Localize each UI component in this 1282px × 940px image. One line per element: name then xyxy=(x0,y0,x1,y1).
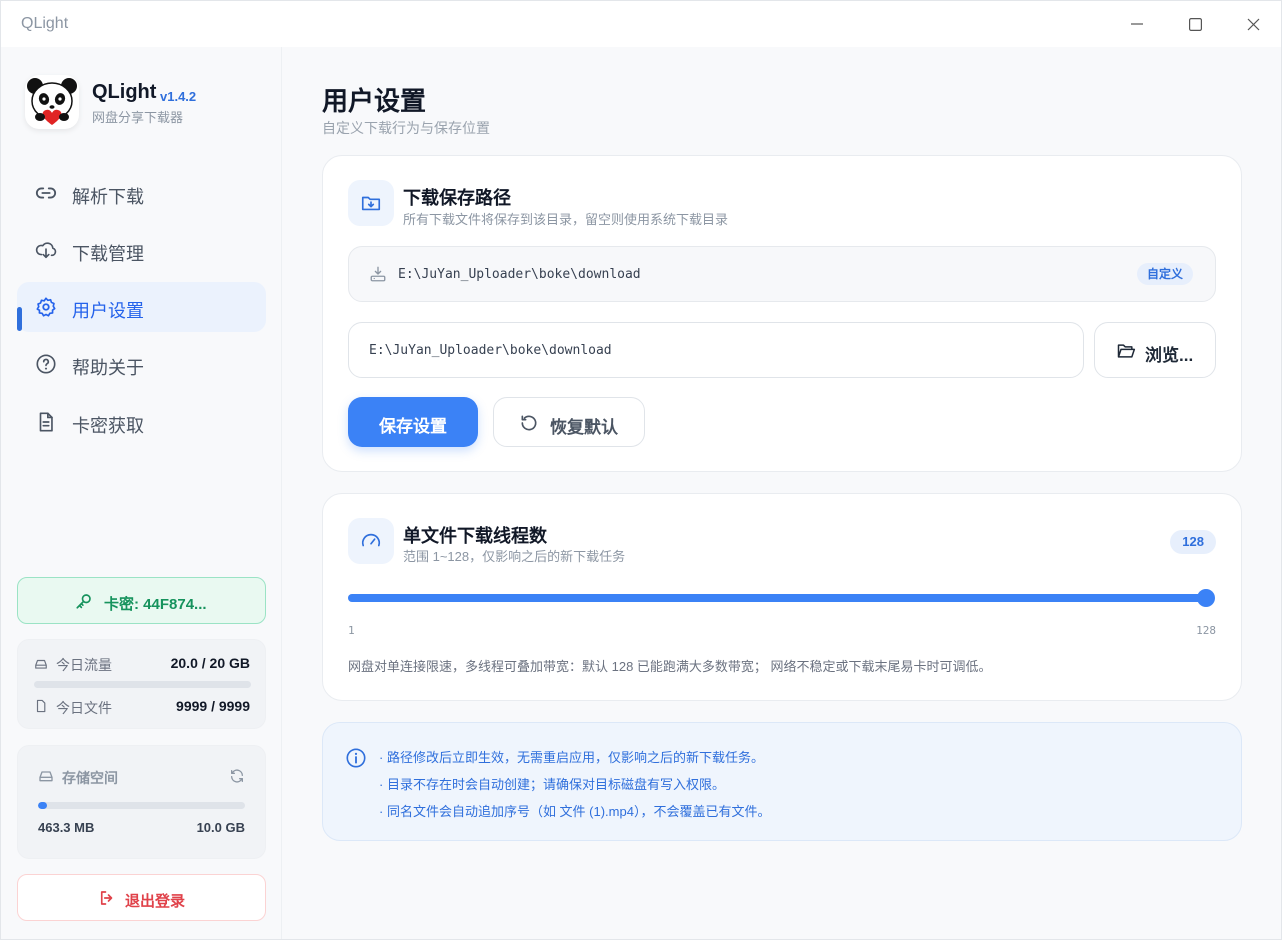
title-bar: QLight xyxy=(1,1,1281,47)
document-icon xyxy=(39,412,53,432)
nav-label: 卡密获取 xyxy=(72,416,144,436)
speedometer-icon xyxy=(361,533,381,547)
minimize-button[interactable] xyxy=(1117,9,1157,39)
logout-icon xyxy=(100,891,113,905)
nav-label: 帮助关于 xyxy=(72,358,144,378)
card-key-label: 卡密: 44F874... xyxy=(104,596,207,613)
storage-bar-fill xyxy=(38,802,48,809)
logout-button[interactable]: 退出登录 xyxy=(17,874,266,921)
nav-item-help[interactable]: 帮助关于 xyxy=(17,339,266,389)
traffic-bar-fill xyxy=(34,681,251,688)
cloud-download-icon xyxy=(35,242,57,259)
thread-slider-fill xyxy=(348,594,1206,602)
active-indicator xyxy=(17,307,22,331)
current-path-display: E:\JuYan_Uploader\boke\download 自定义 xyxy=(348,246,1216,302)
info-line: · 路径修改后立即生效，无需重启应用，仅影响之后的新下载任务。 xyxy=(379,750,764,765)
maximize-button[interactable] xyxy=(1175,9,1215,39)
path-input[interactable] xyxy=(348,322,1084,378)
sidebar: QLight v1.4.2 网盘分享下载器 解析下载 下载管理 用户设置 帮助关… xyxy=(1,47,282,939)
nav-item-settings[interactable]: 用户设置 xyxy=(17,282,266,332)
brand-name: QLight xyxy=(92,81,157,103)
custom-badge: 自定义 xyxy=(1136,263,1193,285)
undo-icon xyxy=(521,415,537,431)
traffic-value: 20.0 / 20 GB xyxy=(170,655,250,671)
nav-label: 用户设置 xyxy=(72,301,144,321)
key-icon xyxy=(76,594,91,609)
nav-item-downloads[interactable]: 下载管理 xyxy=(17,225,266,275)
help-circle-icon xyxy=(36,354,56,374)
folder-download-icon xyxy=(361,196,381,211)
traffic-label: 今日流量 xyxy=(56,657,112,673)
nav-label: 下载管理 xyxy=(72,244,144,264)
speedometer-icon-wrap xyxy=(348,518,394,564)
thread-panel-subtitle: 范围 1~128，仅影响之后的新下载任务 xyxy=(403,549,626,564)
thread-slider-thumb[interactable] xyxy=(1197,589,1215,607)
reset-default-button[interactable]: 恢复默认 xyxy=(493,397,645,447)
minimize-icon xyxy=(1131,23,1143,25)
storage-panel: 存储空间 463.3 MB 10.0 GB xyxy=(17,745,266,859)
page-title: 用户设置 xyxy=(322,86,427,116)
save-settings-button[interactable]: 保存设置 xyxy=(348,397,478,447)
app-window: QLight QLight v1.4.2 网盘分享下载器 解析下载 下载管理 用… xyxy=(0,0,1282,940)
file-icon xyxy=(36,699,46,713)
save-label: 保存设置 xyxy=(379,417,447,436)
files-label: 今日文件 xyxy=(56,700,112,716)
window-title: QLight xyxy=(21,15,69,32)
info-line: · 目录不存在时会自动创建；请确保对目标磁盘有写入权限。 xyxy=(379,777,725,792)
folder-download-icon-wrap xyxy=(348,180,394,226)
card-key-button[interactable]: 卡密: 44F874... xyxy=(17,577,266,624)
nav-item-parse[interactable]: 解析下载 xyxy=(17,168,266,218)
storage-total: 10.0 GB xyxy=(196,820,245,835)
traffic-bar xyxy=(34,681,251,688)
brand-version: v1.4.2 xyxy=(160,89,197,104)
storage-bar xyxy=(38,802,245,809)
nav-item-cardkey[interactable]: 卡密获取 xyxy=(17,397,266,447)
thread-panel-title: 单文件下载线程数 xyxy=(403,526,547,546)
thread-slider[interactable] xyxy=(348,589,1215,607)
current-path-text: E:\JuYan_Uploader\boke\download xyxy=(398,267,641,282)
reset-label: 恢复默认 xyxy=(550,418,618,437)
maximize-icon xyxy=(1188,17,1202,31)
folder-open-icon xyxy=(1117,344,1136,358)
browse-label: 浏览... xyxy=(1145,346,1194,365)
info-line: · 同名文件会自动追加序号（如 文件 (1).mp4），不会覆盖已有文件。 xyxy=(379,804,771,819)
daily-quota: 今日流量 20.0 / 20 GB 今日文件 9999 / 9999 xyxy=(17,639,266,729)
panda-logo-icon xyxy=(27,78,77,125)
drive-icon xyxy=(35,659,47,669)
panda-logo xyxy=(25,75,79,129)
refresh-icon[interactable] xyxy=(229,768,245,784)
browse-button[interactable]: 浏览... xyxy=(1094,322,1216,378)
main-content: 用户设置 自定义下载行为与保存位置 下载保存路径 所有下载文件将保存到该目录，留… xyxy=(283,47,1281,939)
download-drive-icon xyxy=(370,266,386,282)
slider-min-label: 1 xyxy=(348,624,355,637)
path-panel-title: 下载保存路径 xyxy=(403,188,511,208)
thread-note: 网盘对单连接限速，多线程可叠加带宽：默认 128 已能跑满大多数带宽； 网络不稳… xyxy=(348,659,992,674)
files-value: 9999 / 9999 xyxy=(176,698,250,714)
thread-count-panel: 单文件下载线程数 范围 1~128，仅影响之后的新下载任务 128 1 128 … xyxy=(322,493,1242,701)
close-button[interactable] xyxy=(1233,9,1273,39)
thread-value-badge: 128 xyxy=(1170,530,1216,554)
nav-label: 解析下载 xyxy=(72,187,144,207)
logout-label: 退出登录 xyxy=(125,893,186,910)
storage-used: 463.3 MB xyxy=(38,820,95,835)
path-panel-subtitle: 所有下载文件将保存到该目录，留空则使用系统下载目录 xyxy=(403,212,729,227)
download-path-panel: 下载保存路径 所有下载文件将保存到该目录，留空则使用系统下载目录 E:\JuYa… xyxy=(322,155,1242,472)
slider-max-label: 128 xyxy=(1196,624,1216,637)
gear-icon xyxy=(36,297,56,317)
storage-title: 存储空间 xyxy=(62,770,118,786)
info-box: · 路径修改后立即生效，无需重启应用，仅影响之后的新下载任务。 · 目录不存在时… xyxy=(322,722,1242,841)
info-icon xyxy=(346,748,366,768)
page-subtitle: 自定义下载行为与保存位置 xyxy=(322,120,490,136)
close-icon xyxy=(1247,18,1259,30)
link-icon xyxy=(35,187,57,199)
drive-icon xyxy=(39,771,53,782)
brand-subtitle: 网盘分享下载器 xyxy=(92,110,184,125)
